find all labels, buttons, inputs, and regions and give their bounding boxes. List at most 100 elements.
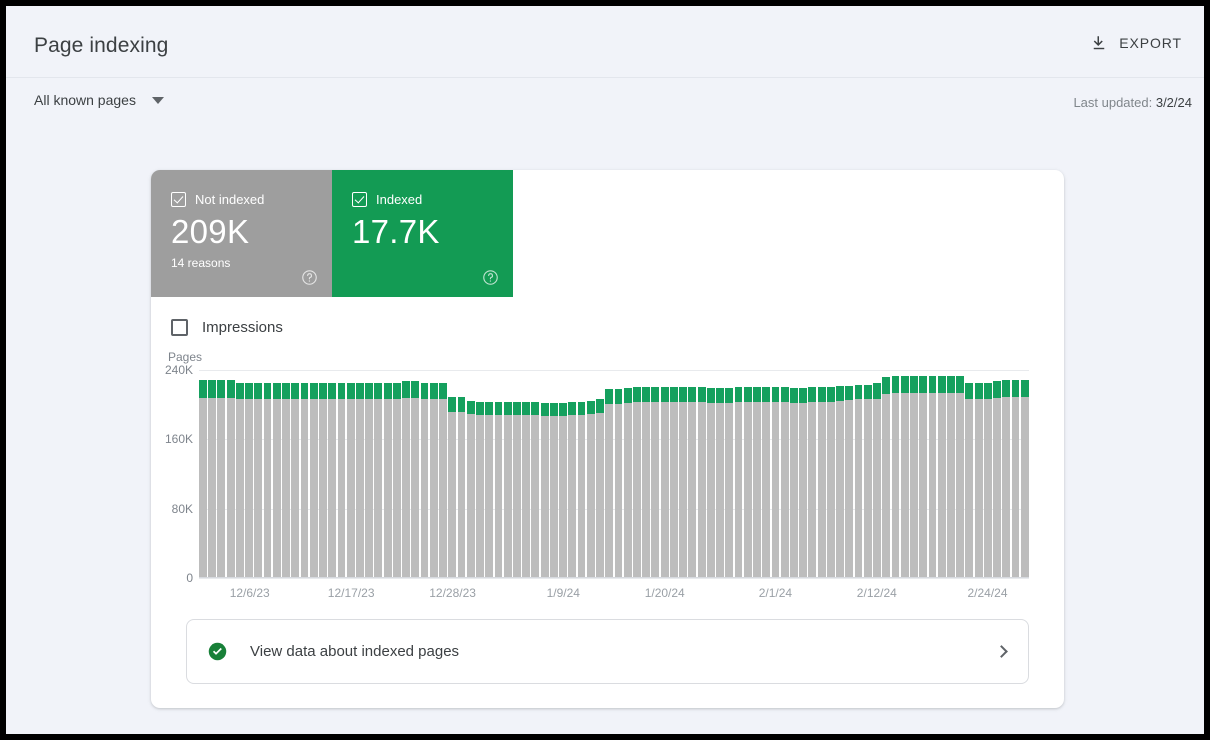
chart-bar[interactable]	[291, 370, 299, 578]
checkbox-checked-icon[interactable]	[171, 192, 186, 207]
chart-bar[interactable]	[836, 370, 844, 578]
chart-bar[interactable]	[578, 370, 586, 578]
chart-bar[interactable]	[808, 370, 816, 578]
chart-bar[interactable]	[956, 370, 964, 578]
checkbox-unchecked-icon[interactable]	[171, 319, 188, 336]
known-pages-filter-dropdown[interactable]: All known pages	[34, 92, 164, 108]
chart-bar[interactable]	[282, 370, 290, 578]
chart-bar[interactable]	[374, 370, 382, 578]
chart-bar[interactable]	[818, 370, 826, 578]
chart-bar[interactable]	[698, 370, 706, 578]
chart-bar[interactable]	[781, 370, 789, 578]
chart-bar[interactable]	[393, 370, 401, 578]
chart-bar[interactable]	[984, 370, 992, 578]
chart-bar[interactable]	[236, 370, 244, 578]
chart-bar[interactable]	[411, 370, 419, 578]
chart-bar[interactable]	[605, 370, 613, 578]
chart-bar[interactable]	[208, 370, 216, 578]
chart-bar[interactable]	[559, 370, 567, 578]
chart-bar[interactable]	[310, 370, 318, 578]
chart-bar[interactable]	[929, 370, 937, 578]
chart-bar[interactable]	[347, 370, 355, 578]
chart-bar[interactable]	[772, 370, 780, 578]
chart-bar[interactable]	[541, 370, 549, 578]
chart-bar[interactable]	[495, 370, 503, 578]
chart-bar[interactable]	[550, 370, 558, 578]
chart-bar[interactable]	[264, 370, 272, 578]
chart-bar[interactable]	[273, 370, 281, 578]
chart-bar[interactable]	[254, 370, 262, 578]
chart-bar[interactable]	[624, 370, 632, 578]
chart-bar[interactable]	[522, 370, 530, 578]
chart-bar[interactable]	[651, 370, 659, 578]
help-circle-icon[interactable]	[482, 269, 499, 286]
chart-bar[interactable]	[596, 370, 604, 578]
chart-bar[interactable]	[975, 370, 983, 578]
chart-bar[interactable]	[642, 370, 650, 578]
chart-bar[interactable]	[513, 370, 521, 578]
chart-bar[interactable]	[892, 370, 900, 578]
chart-bar[interactable]	[1012, 370, 1020, 578]
chart-bar[interactable]	[762, 370, 770, 578]
chart-bar[interactable]	[910, 370, 918, 578]
chart-bar[interactable]	[753, 370, 761, 578]
chart-bar[interactable]	[338, 370, 346, 578]
chart-bar[interactable]	[467, 370, 475, 578]
chart-bar[interactable]	[217, 370, 225, 578]
metric-card-indexed[interactable]: Indexed 17.7K	[332, 170, 513, 297]
chart-bar[interactable]	[199, 370, 207, 578]
chart-bar[interactable]	[421, 370, 429, 578]
chart-bar[interactable]	[615, 370, 623, 578]
chart-bar[interactable]	[301, 370, 309, 578]
chart-bar[interactable]	[965, 370, 973, 578]
help-circle-icon[interactable]	[301, 269, 318, 286]
chart-bar[interactable]	[384, 370, 392, 578]
checkbox-checked-icon[interactable]	[352, 192, 367, 207]
metric-card-not-indexed[interactable]: Not indexed 209K 14 reasons	[151, 170, 332, 297]
chart-bar[interactable]	[439, 370, 447, 578]
chart-bar[interactable]	[790, 370, 798, 578]
chart-bar[interactable]	[365, 370, 373, 578]
view-indexed-pages-link[interactable]: View data about indexed pages	[186, 619, 1029, 684]
chart-bar[interactable]	[873, 370, 881, 578]
chart-bar[interactable]	[402, 370, 410, 578]
chart-bar[interactable]	[864, 370, 872, 578]
chart-bar[interactable]	[356, 370, 364, 578]
chart-bar[interactable]	[735, 370, 743, 578]
chart-bar[interactable]	[901, 370, 909, 578]
chart-bar[interactable]	[448, 370, 456, 578]
chart-bar[interactable]	[476, 370, 484, 578]
chart-bar[interactable]	[430, 370, 438, 578]
impressions-toggle[interactable]: Impressions	[151, 297, 351, 336]
chart-bar[interactable]	[458, 370, 466, 578]
export-button[interactable]: EXPORT	[1080, 28, 1192, 58]
chart-bar[interactable]	[1002, 370, 1010, 578]
chart-bar[interactable]	[531, 370, 539, 578]
chart-bar[interactable]	[993, 370, 1001, 578]
chart-bar[interactable]	[947, 370, 955, 578]
chart-bar[interactable]	[688, 370, 696, 578]
chart-bar[interactable]	[670, 370, 678, 578]
chart-bar[interactable]	[919, 370, 927, 578]
chart-bar[interactable]	[938, 370, 946, 578]
chart-bar[interactable]	[707, 370, 715, 578]
chart-bar[interactable]	[855, 370, 863, 578]
chart-bar[interactable]	[245, 370, 253, 578]
chart-bar[interactable]	[882, 370, 890, 578]
chart-bar[interactable]	[799, 370, 807, 578]
chart-bar[interactable]	[568, 370, 576, 578]
chart-bar[interactable]	[504, 370, 512, 578]
chart-bar[interactable]	[587, 370, 595, 578]
chart-bar[interactable]	[485, 370, 493, 578]
chart-bar[interactable]	[725, 370, 733, 578]
chart-bar[interactable]	[227, 370, 235, 578]
chart-bar[interactable]	[716, 370, 724, 578]
chart-bar[interactable]	[845, 370, 853, 578]
chart-bar[interactable]	[328, 370, 336, 578]
chart-bar[interactable]	[633, 370, 641, 578]
chart-bar[interactable]	[827, 370, 835, 578]
chart-bar[interactable]	[1021, 370, 1029, 578]
chart-bar[interactable]	[679, 370, 687, 578]
chart-bar[interactable]	[744, 370, 752, 578]
chart-bar[interactable]	[661, 370, 669, 578]
